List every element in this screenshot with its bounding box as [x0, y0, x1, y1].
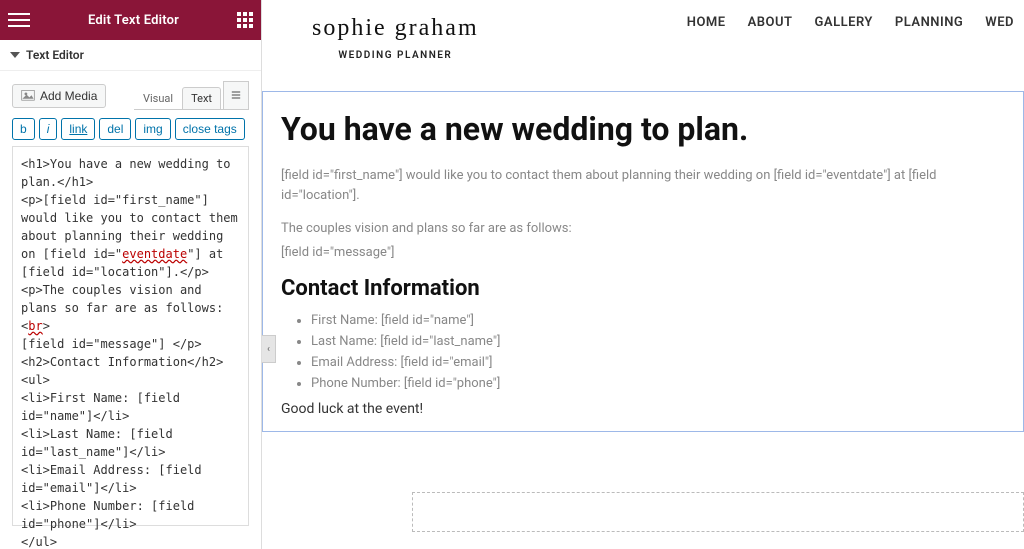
- quicktags-row: b i link del img close tags: [12, 118, 249, 140]
- list-item: Email Address: [field id="email"]: [311, 355, 1005, 370]
- qt-b[interactable]: b: [12, 118, 35, 140]
- qt-i[interactable]: i: [39, 118, 58, 140]
- nav-planning[interactable]: PLANNING: [895, 15, 963, 30]
- bars-icon: [230, 89, 242, 101]
- list-item: Last Name: [field id="last_name"]: [311, 334, 1005, 349]
- code-editor[interactable]: <h1>You have a new wedding to plan.</h1>…: [12, 146, 249, 526]
- list-item: First Name: [field id="name"]: [311, 313, 1005, 328]
- menu-icon[interactable]: [8, 13, 30, 27]
- add-media-label: Add Media: [40, 89, 97, 103]
- site-brand: sophie graham WEDDING PLANNER: [312, 15, 479, 61]
- content-p3: [field id="message"]: [281, 243, 1005, 263]
- sidebar-header: Edit Text Editor: [0, 0, 261, 40]
- brand-name: sophie graham: [312, 15, 479, 42]
- caret-down-icon: [10, 52, 20, 58]
- nav-about[interactable]: ABOUT: [748, 15, 793, 30]
- section-text-editor[interactable]: Text Editor: [0, 40, 261, 71]
- content-luck: Good luck at the event!: [281, 401, 1005, 417]
- drop-zone[interactable]: [412, 492, 1024, 532]
- content-h1: You have a new wedding to plan.: [281, 110, 1005, 148]
- qt-close-tags[interactable]: close tags: [175, 118, 245, 140]
- qt-del[interactable]: del: [99, 118, 131, 140]
- media-icon: [21, 89, 35, 103]
- content-h2: Contact Information: [281, 276, 1005, 301]
- nav-wed[interactable]: WED: [985, 15, 1014, 30]
- qt-img[interactable]: img: [135, 118, 170, 140]
- qt-link[interactable]: link: [61, 118, 95, 140]
- content-p1: [field id="first_name"] would like you t…: [281, 166, 1005, 205]
- editor-settings-button[interactable]: [223, 81, 249, 109]
- editor-sidebar: Edit Text Editor Text Editor Add Media V…: [0, 0, 262, 549]
- brand-sub: WEDDING PLANNER: [312, 50, 479, 61]
- sidebar-title: Edit Text Editor: [88, 13, 179, 28]
- main-nav: HOME ABOUT GALLERY PLANNING WED: [687, 15, 1014, 30]
- nav-gallery[interactable]: GALLERY: [815, 15, 873, 30]
- site-header: sophie graham WEDDING PLANNER HOME ABOUT…: [262, 10, 1024, 91]
- contact-list: First Name: [field id="name"] Last Name:…: [311, 313, 1005, 391]
- content-p2: The couples vision and plans so far are …: [281, 219, 1005, 239]
- editor-tabs: Visual Text: [134, 81, 249, 110]
- collapse-handle[interactable]: ‹: [262, 335, 276, 363]
- tab-text[interactable]: Text: [182, 87, 221, 109]
- section-label: Text Editor: [26, 48, 84, 62]
- nav-home[interactable]: HOME: [687, 15, 726, 30]
- preview-pane: ‹ sophie graham WEDDING PLANNER HOME ABO…: [262, 0, 1024, 549]
- content-frame[interactable]: You have a new wedding to plan. [field i…: [262, 91, 1024, 432]
- add-media-button[interactable]: Add Media: [12, 84, 106, 108]
- list-item: Phone Number: [field id="phone"]: [311, 376, 1005, 391]
- tab-visual[interactable]: Visual: [134, 87, 182, 109]
- editor-panel: Add Media Visual Text b i link del img c…: [0, 71, 261, 549]
- apps-icon[interactable]: [237, 12, 253, 28]
